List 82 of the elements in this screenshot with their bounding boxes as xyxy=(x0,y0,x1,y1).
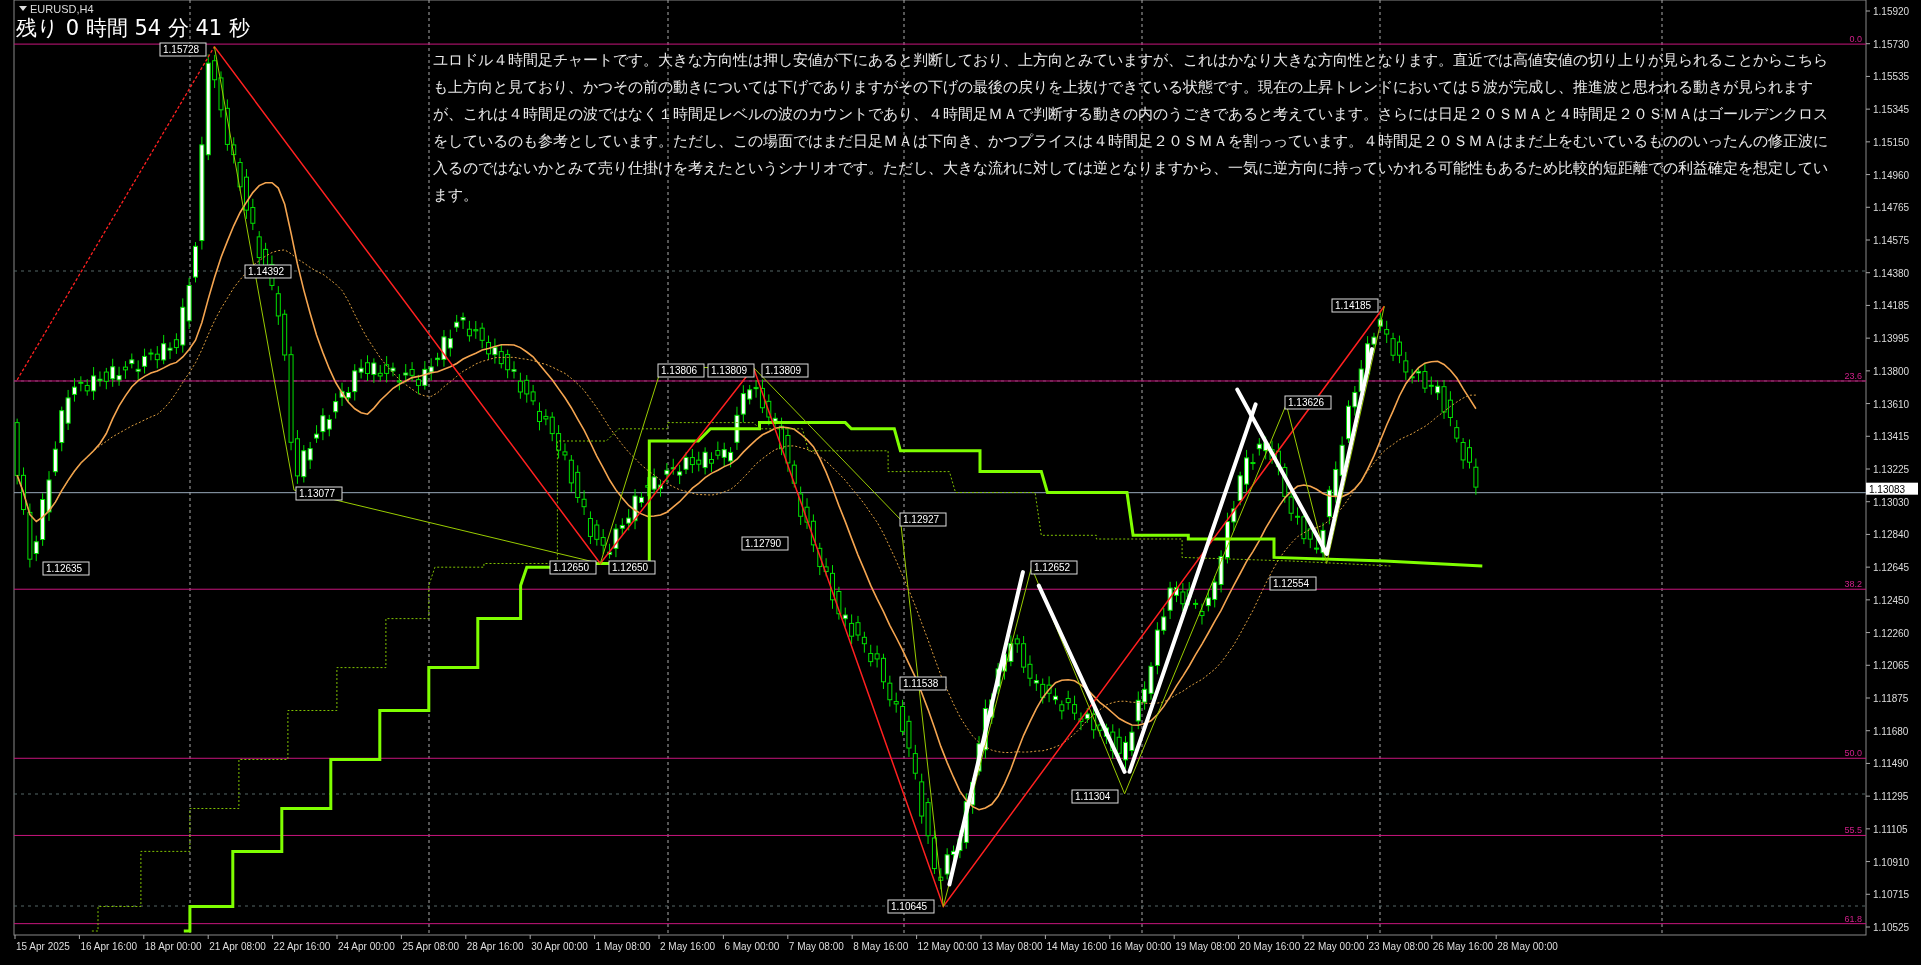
dropdown-triangle-icon[interactable] xyxy=(19,6,27,11)
price-axis-label: 1.14575 xyxy=(1873,235,1910,246)
time-axis-label: 6 May 00:00 xyxy=(724,941,780,952)
price-axis-label: 1.10910 xyxy=(1873,856,1910,868)
price-label: 1.14185 xyxy=(1331,298,1379,313)
time-axis-label: 30 Apr 00:00 xyxy=(531,941,588,952)
price-axis-label: 1.13995 xyxy=(1873,333,1910,345)
commentary-text: ユロドル４時間足チャートです。大きな方向性は押し安値が下にあると判断しており、上方向とみていますが、これはかなり大きな方向性となります。直近では高値安値の切り上りが見られることからこちらも上方向と見ており、かつその前の動きについては下げでありますがその下げの最後の戻りを上抜けできている状態です。現在の上昇トレンドにおいては５波が完成し、推進波と思われる動きが見られますが、これは４時間足の波ではなく１時間足レベルの波のカウントであり、４時間足ＭＡで判断する動きの内のうごきであると考えています。さらには日足２０ＳＭＡと４時間足２０ＳＭＡはゴールデンクロスをしているのも参考としています。ただし、この場面ではまだ日足ＭＡは下向き、かつプライスは４時間足２０ＳＭＡを割っっています。４時間足２０ＳＭＡはまだ上をむいているもののいったんの修正波に入るのではないかとみて売り仕掛けを考えたというシナリオです。ただし、大きな流れに対しては逆となりますから、一気に逆方向に持っていかれる可能性もあるため比較的短距離での利益確定を想定しています。 xyxy=(433,50,1829,206)
price-label: 1.12650 xyxy=(608,560,656,575)
time-axis-label: 22 Apr 16:00 xyxy=(273,941,331,952)
time-axis-label: 21 Apr 08:00 xyxy=(209,941,266,952)
price-axis-label: 1.13610 xyxy=(1873,398,1910,410)
time-axis-label: 13 May 08:00 xyxy=(982,941,1043,952)
time-axis-label: 20 May 16:00 xyxy=(1239,941,1301,952)
price-axis-label: 1.15920 xyxy=(1873,6,1910,17)
price-axis-label: 1.13415 xyxy=(1873,431,1910,443)
price-label: 1.12635 xyxy=(42,561,90,576)
fib-level-label: 38.2 xyxy=(1844,579,1862,590)
price-label: 1.12652 xyxy=(1030,560,1078,575)
fib-level-label: 23.6 xyxy=(1844,371,1862,381)
time-axis-label: 2 May 16:00 xyxy=(660,941,716,952)
time-axis-label: 24 Apr 00:00 xyxy=(338,941,395,952)
price-axis-label: 1.11295 xyxy=(1873,791,1909,803)
price-axis-label: 1.10525 xyxy=(1873,922,1910,933)
price-axis-label: 1.11875 xyxy=(1873,693,1909,704)
price-axis-label: 1.11680 xyxy=(1873,725,1909,737)
price-axis-label: 1.12840 xyxy=(1873,529,1910,541)
price-axis-label: 1.15345 xyxy=(1873,104,1910,116)
time-axis-label: 23 May 08:00 xyxy=(1368,941,1429,952)
price-label: 1.12927 xyxy=(899,512,947,527)
fib-level-label: 0.0 xyxy=(1849,34,1862,45)
time-axis-label: 19 May 08:00 xyxy=(1175,941,1236,952)
price-axis-label: 1.12065 xyxy=(1873,660,1910,672)
time-axis-label: 7 May 08:00 xyxy=(788,941,844,952)
symbol-label: EURUSD,H4 xyxy=(30,3,94,16)
price-axis-label: 1.14380 xyxy=(1873,267,1910,279)
fib-level-label: 50.0 xyxy=(1844,748,1862,759)
price-axis-label: 1.10715 xyxy=(1873,889,1910,901)
price-label: 1.10645 xyxy=(887,899,935,914)
time-axis-label: 8 May 16:00 xyxy=(853,941,909,952)
price-label: 1.12554 xyxy=(1269,576,1317,591)
time-axis-label: 22 May 00:00 xyxy=(1304,941,1365,952)
price-axis-label: 1.12645 xyxy=(1873,562,1910,574)
price-axis-label: 1.11490 xyxy=(1873,758,1909,770)
fib-level-label: 61.8 xyxy=(1844,913,1862,924)
price-label: 1.13809 xyxy=(761,363,809,378)
price-label: 1.13626 xyxy=(1284,395,1332,410)
time-axis-label: 18 Apr 00:00 xyxy=(144,941,202,952)
time-axis-label: 28 May 00:00 xyxy=(1497,941,1558,952)
time-axis-label: 15 Apr 2025 xyxy=(16,941,70,952)
time-axis-label: 25 Apr 08:00 xyxy=(402,941,460,952)
price-axis-label: 1.15535 xyxy=(1873,71,1910,83)
price-axis-label: 1.15730 xyxy=(1873,38,1910,50)
current-price-label: 1.13083 xyxy=(1866,482,1918,495)
time-axis-label: 16 May 00:00 xyxy=(1110,941,1172,952)
price-label: 1.13806 xyxy=(657,363,705,378)
price-axis-label: 1.14960 xyxy=(1873,169,1910,181)
time-axis-label: 14 May 16:00 xyxy=(1046,941,1107,952)
countdown-timer: 残り 0 時間 54 分 41 秒 xyxy=(16,16,250,40)
price-label: 1.12650 xyxy=(549,560,597,575)
price-axis-label: 1.13030 xyxy=(1873,496,1910,508)
price-axis-label: 1.12260 xyxy=(1873,627,1910,639)
price-label: 1.11538 xyxy=(899,676,947,691)
price-label: 1.13077 xyxy=(295,486,343,501)
time-axis-label: 12 May 00:00 xyxy=(917,941,979,952)
time-axis-label: 28 Apr 16:00 xyxy=(466,941,524,952)
price-label: 1.15728 xyxy=(159,42,207,57)
price-axis-label: 1.13800 xyxy=(1873,365,1910,377)
time-axis-label: 1 May 08:00 xyxy=(595,941,651,952)
price-label: 1.12790 xyxy=(741,536,789,551)
price-axis-label: 1.12450 xyxy=(1873,594,1910,606)
price-label: 1.14392 xyxy=(244,264,292,279)
price-label: 1.11304 xyxy=(1071,789,1119,804)
time-axis-label: 16 Apr 16:00 xyxy=(80,941,138,952)
price-axis-label: 1.15150 xyxy=(1873,136,1910,148)
price-axis-label: 1.11105 xyxy=(1873,823,1908,835)
price-axis-label: 1.14765 xyxy=(1873,202,1910,214)
price-axis-label: 1.14185 xyxy=(1873,300,1910,312)
time-axis-label: 26 May 16:00 xyxy=(1432,941,1494,952)
price-label: 1.13809 xyxy=(707,363,755,378)
fib-level-label: 55.5 xyxy=(1844,825,1862,836)
price-axis-label: 1.13225 xyxy=(1873,464,1910,475)
